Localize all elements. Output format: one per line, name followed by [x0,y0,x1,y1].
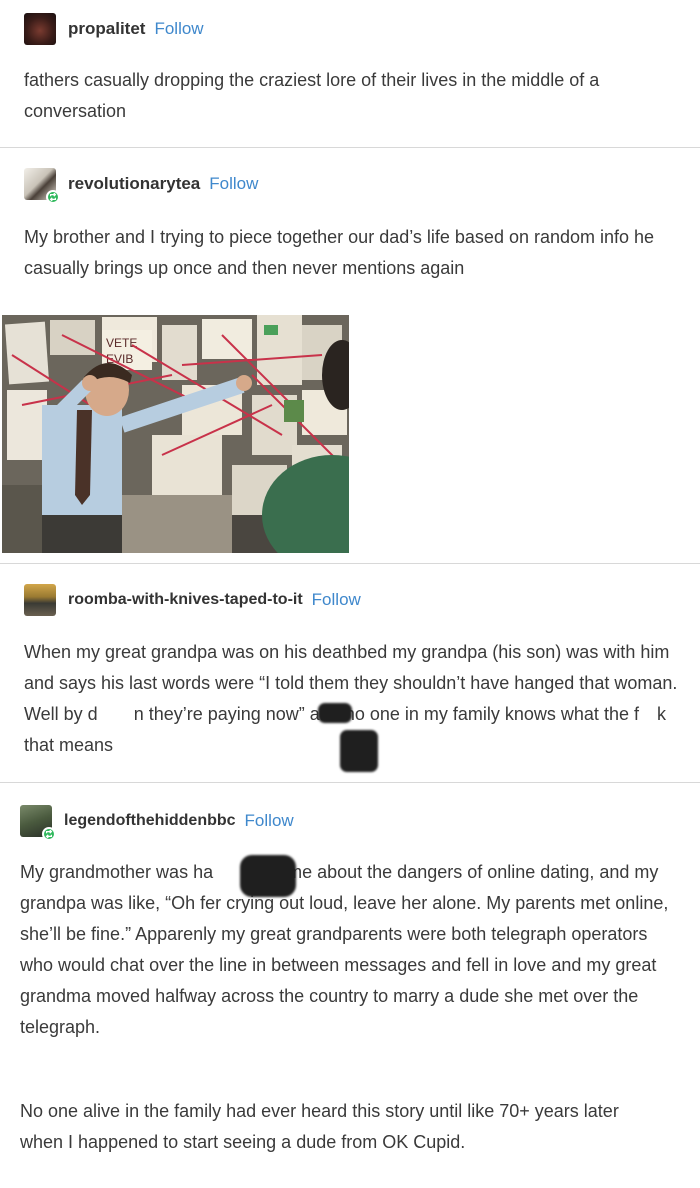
follow-button[interactable]: Follow [245,811,294,831]
post-roomba-with-knives-taped-to-it: roomba-with-knives-taped-to-it Follow Wh… [0,564,700,783]
follow-button[interactable]: Follow [312,590,361,610]
conspiracy-board-meme-image[interactable]: VETE EVIB [2,315,349,553]
user-avatar[interactable] [20,805,56,841]
post-propalitet: propalitet Follow fathers casually dropp… [0,0,700,148]
reblog-icon [46,190,60,204]
user-avatar[interactable] [24,13,56,45]
post-paragraph: My grandmother was ha sing me about the … [20,862,669,1037]
svg-text:VETE: VETE [106,336,137,350]
post-legendofthehiddenbbc: legendofthehiddenbbc Follow My grandmoth… [0,783,700,1188]
user-avatar[interactable] [24,168,60,204]
post-text: My brother and I trying to piece togethe… [24,227,655,278]
reblog-icon [42,827,56,841]
follow-button[interactable]: Follow [209,174,258,194]
post-text: fathers casually dropping the craziest l… [24,70,600,121]
post-revolutionarytea: revolutionarytea Follow My brother and I… [0,148,700,564]
post-username[interactable]: propalitet [68,19,145,39]
post-username[interactable]: legendofthehiddenbbc [64,812,236,830]
post-username[interactable]: revolutionarytea [68,174,200,194]
user-avatar[interactable] [24,584,56,616]
post-paragraph: No one alive in the family had ever hear… [20,1101,619,1152]
censor-mark [318,703,352,723]
post-username[interactable]: roomba-with-knives-taped-to-it [68,591,303,609]
censor-mark [240,855,296,897]
follow-button[interactable]: Follow [154,19,203,39]
censor-mark [340,730,378,772]
